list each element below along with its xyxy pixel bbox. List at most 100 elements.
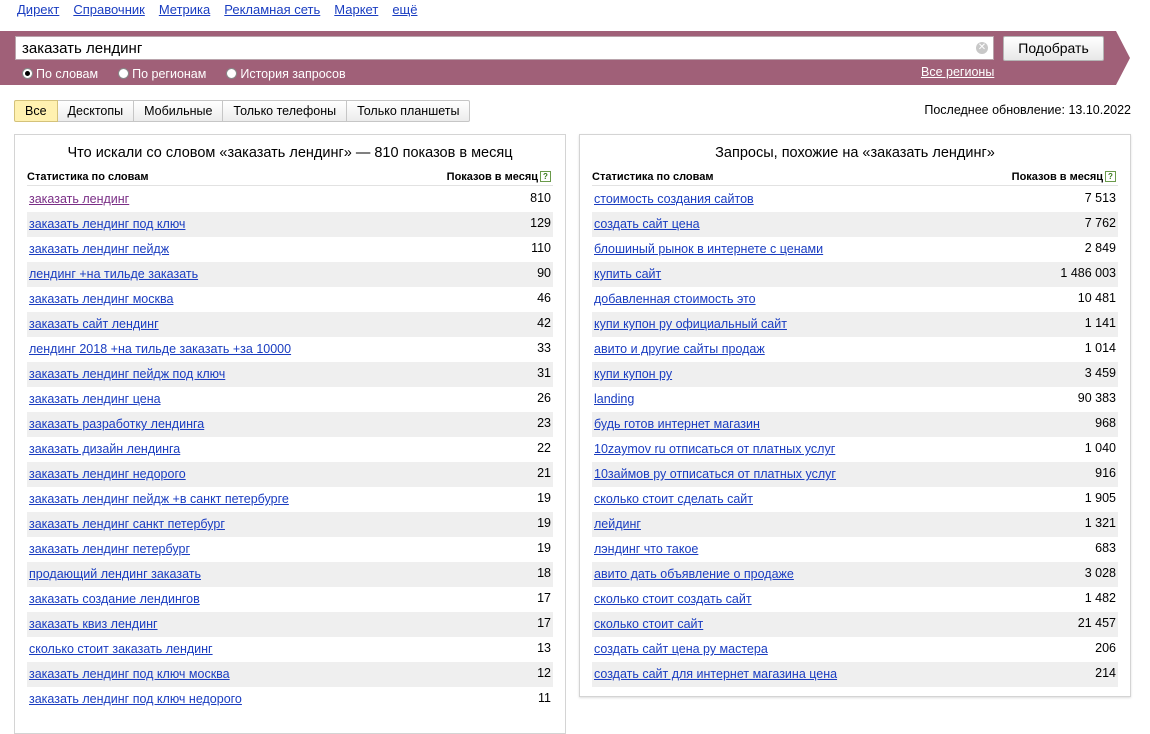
table-row: блошиный рынок в интернете с ценами 2 849	[592, 237, 1118, 262]
table-row: купи купон ру 3 459	[592, 362, 1118, 387]
query-link[interactable]: создать сайт для интернет магазина цена	[594, 667, 837, 681]
query-link[interactable]: заказать лендинг петербург	[29, 542, 190, 556]
top-nav-link[interactable]: Директ	[17, 2, 59, 17]
search-input[interactable]	[22, 39, 962, 57]
top-nav-link[interactable]: Справочник	[73, 2, 145, 17]
query-link[interactable]: заказать лендинг	[29, 192, 129, 206]
query-link[interactable]: авито и другие сайты продаж	[594, 342, 765, 356]
query-link[interactable]: заказать лендинг под ключ недорого	[29, 692, 242, 706]
last-update: Последнее обновление: 13.10.2022	[924, 103, 1131, 117]
top-nav-link[interactable]: Метрика	[159, 2, 210, 17]
word-stats-panel: Что искали со словом «заказать лендинг» …	[14, 134, 566, 734]
query-link[interactable]: купить сайт	[594, 267, 661, 281]
query-link[interactable]: стоимость создания сайтов	[594, 192, 754, 206]
query-link[interactable]: добавленная стоимость это	[594, 292, 756, 306]
table-row: заказать разработку лендинга 23	[27, 412, 553, 437]
table-row: создать сайт цена 7 762	[592, 212, 1118, 237]
search-mode-label: История запросов	[240, 66, 346, 81]
query-link[interactable]: лендинг 2018 +на тильде заказать +за 100…	[29, 342, 291, 356]
query-link[interactable]: создать сайт цена ру мастера	[594, 642, 768, 656]
table-row: заказать лендинг пейдж 110	[27, 237, 553, 262]
query-link[interactable]: заказать лендинг пейдж	[29, 242, 169, 256]
table-row: заказать лендинг пейдж под ключ 31	[27, 362, 553, 387]
table-row: заказать лендинг москва 46	[27, 287, 553, 312]
radio-button-icon[interactable]	[226, 67, 238, 79]
impressions-count: 11	[538, 691, 551, 705]
impressions-count: 90 383	[1077, 391, 1116, 405]
impressions-count: 19	[537, 516, 551, 530]
all-regions-link[interactable]: Все регионы	[921, 65, 994, 79]
search-mode-radio[interactable]: История запросов	[226, 66, 346, 81]
query-link[interactable]: landing	[594, 392, 634, 406]
table-row: landing 90 383	[592, 387, 1118, 412]
device-tab[interactable]: Только планшеты	[347, 100, 471, 122]
search-box: ✕	[15, 36, 994, 60]
query-link[interactable]: купи купон ру	[594, 367, 672, 381]
device-tab[interactable]: Мобильные	[134, 100, 224, 122]
query-link[interactable]: заказать лендинг под ключ москва	[29, 667, 230, 681]
query-link[interactable]: сколько стоит создать сайт	[594, 592, 752, 606]
query-link[interactable]: лендинг +на тильде заказать	[29, 267, 198, 281]
impressions-count: 13	[537, 641, 551, 655]
table-row: заказать квиз лендинг 17	[27, 612, 553, 637]
close-circle-icon[interactable]: ✕	[976, 42, 988, 54]
query-link[interactable]: заказать лендинг москва	[29, 292, 173, 306]
impressions-count: 19	[537, 491, 551, 505]
query-link[interactable]: заказать сайт лендинг	[29, 317, 159, 331]
pick-button[interactable]: Подобрать	[1003, 36, 1104, 61]
query-link[interactable]: заказать лендинг недорого	[29, 467, 186, 481]
help-icon[interactable]: ?	[540, 171, 551, 182]
impressions-count: 916	[1095, 466, 1116, 480]
query-link[interactable]: сколько стоит сайт	[594, 617, 703, 631]
query-link[interactable]: будь готов интернет магазин	[594, 417, 760, 431]
word-stats-list: заказать лендинг 810 заказать лендинг под …	[27, 187, 553, 712]
query-link[interactable]: блошиный рынок в интернете с ценами	[594, 242, 823, 256]
impressions-count: 46	[537, 291, 551, 305]
radio-button-icon[interactable]	[118, 67, 130, 79]
search-mode-label: По регионам	[132, 66, 207, 81]
query-link[interactable]: заказать лендинг санкт петербург	[29, 517, 225, 531]
panel-title: Что искали со словом «заказать лендинг» …	[67, 145, 513, 161]
search-mode-radio[interactable]: По регионам	[118, 67, 206, 81]
query-link[interactable]: заказать лендинг под ключ	[29, 217, 185, 231]
query-link[interactable]: 10займов ру отписаться от платных услуг	[594, 467, 836, 481]
query-link[interactable]: заказать лендинг цена	[29, 392, 161, 406]
impressions-count: 23	[537, 416, 551, 430]
query-link[interactable]: заказать дизайн лендинга	[29, 442, 180, 456]
impressions-count: 18	[537, 566, 551, 580]
help-icon[interactable]: ?	[1105, 171, 1116, 182]
query-link[interactable]: заказать разработку лендинга	[29, 417, 204, 431]
query-link[interactable]: сколько стоит сделать сайт	[594, 492, 753, 506]
query-link[interactable]: заказать лендинг пейдж +в санкт петербур…	[29, 492, 289, 506]
query-link[interactable]: сколько стоит заказать лендинг	[29, 642, 213, 656]
query-link[interactable]: купи купон ру официальный сайт	[594, 317, 787, 331]
similar-queries-list: стоимость создания сайтов 7 513 создать са…	[592, 187, 1118, 687]
query-link[interactable]: заказать создание лендингов	[29, 592, 200, 606]
top-nav-link[interactable]: ещё	[392, 2, 417, 17]
query-link[interactable]: авито дать объявление о продаже	[594, 567, 794, 581]
table-row: лендинг +на тильде заказать 90	[27, 262, 553, 287]
radio-button-icon[interactable]	[22, 67, 33, 79]
search-mode-label: По словам	[36, 66, 99, 81]
device-tab[interactable]: Только телефоны	[223, 100, 348, 122]
table-row: купи купон ру официальный сайт 1 141	[592, 312, 1118, 337]
table-row: лэндинг что такое 683	[592, 537, 1118, 562]
search-mode-radio[interactable]: По словам	[22, 67, 98, 81]
top-nav-link[interactable]: Рекламная сеть	[224, 2, 320, 17]
column-header-words: Статистика по словам	[27, 171, 149, 183]
query-link[interactable]: заказать лендинг пейдж под ключ	[29, 367, 225, 381]
table-row: 10займов ру отписаться от платных услуг 9…	[592, 462, 1118, 487]
query-link[interactable]: лэндинг что такое	[594, 542, 698, 556]
device-tab[interactable]: Десктопы	[57, 100, 135, 122]
panel-title: Запросы, похожие на «заказать лендинг»	[715, 145, 995, 161]
query-link[interactable]: создать сайт цена	[594, 217, 700, 231]
impressions-count: 683	[1095, 541, 1116, 555]
top-nav-link[interactable]: Маркет	[334, 2, 378, 17]
impressions-count: 1 905	[1084, 491, 1116, 505]
table-row: заказать лендинг цена 26	[27, 387, 553, 412]
query-link[interactable]: 10zaymov ru отписаться от платных услуг	[594, 442, 835, 456]
query-link[interactable]: продающий лендинг заказать	[29, 567, 201, 581]
query-link[interactable]: лейдинг	[594, 517, 641, 531]
device-tab[interactable]: Все	[14, 100, 58, 122]
query-link[interactable]: заказать квиз лендинг	[29, 617, 158, 631]
